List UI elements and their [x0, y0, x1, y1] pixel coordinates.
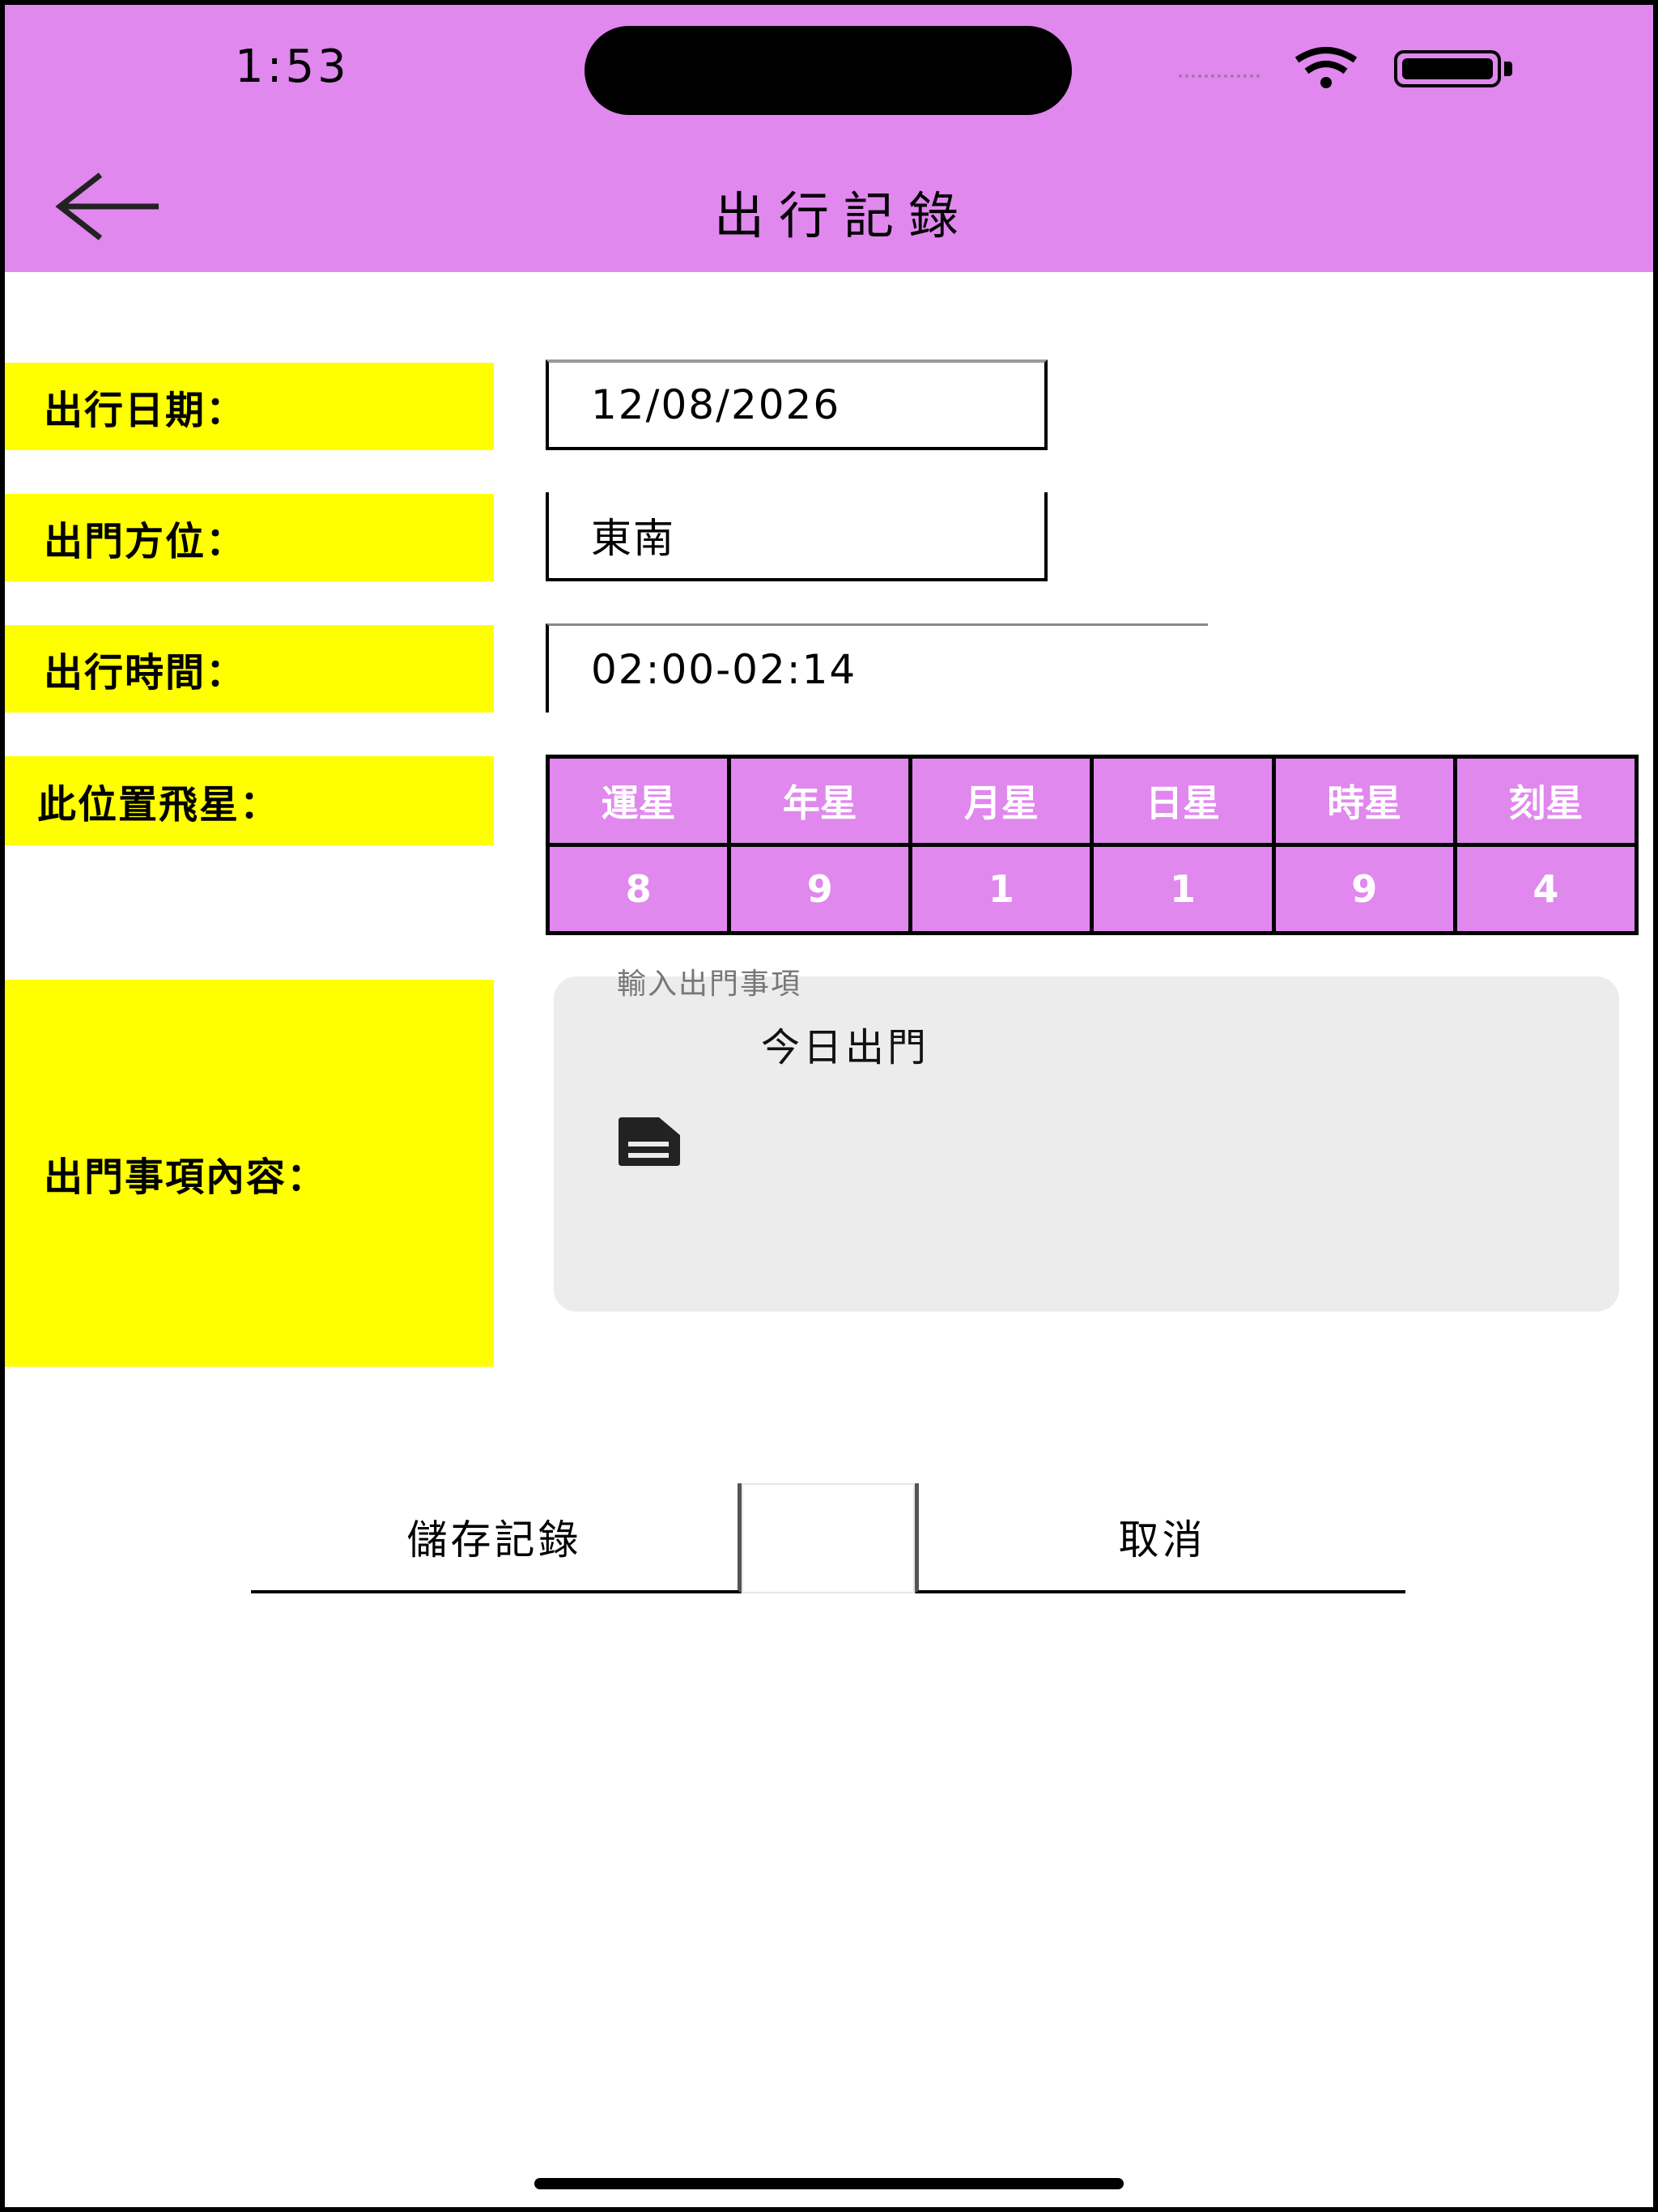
device-frame: [0, 0, 1658, 2212]
